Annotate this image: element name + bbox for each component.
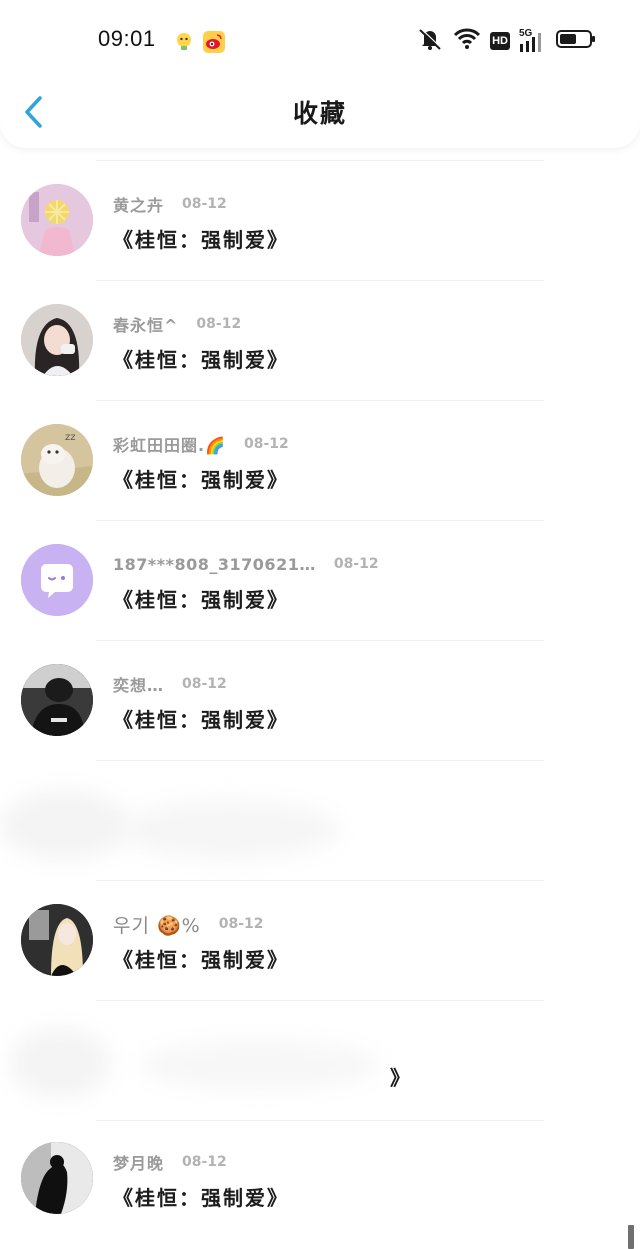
list-item[interactable]: 우기 🍪% 08-12 《桂恒：强制爱》 — [0, 880, 640, 1000]
user-line: 彩虹田田圈.🌈 08-12 — [113, 432, 289, 456]
lightbulb-icon — [172, 30, 196, 54]
user-name[interactable]: 187***808_3170621… — [113, 555, 316, 574]
user-line: 黄之卉 08-12 — [113, 192, 227, 216]
favorites-page: 09:01 HD 5G 收藏 黄之卉 08-12 《桂恒：强制爱》 春永恒^ 0… — [0, 0, 640, 1249]
user-name[interactable]: 奕想… — [113, 672, 164, 696]
user-line: 187***808_3170621… 08-12 — [113, 552, 379, 576]
user-name[interactable]: 彩虹田田圈.🌈 — [113, 432, 226, 456]
hd-label: HD — [492, 35, 508, 47]
page-title: 收藏 — [292, 99, 347, 128]
message-text: 《桂恒：强制爱》 — [113, 588, 289, 612]
blurred-row — [0, 760, 640, 880]
date: 08-12 — [333, 556, 379, 572]
avatar[interactable] — [21, 664, 93, 736]
blurred-content — [0, 790, 130, 860]
svg-text:zz: zz — [65, 432, 76, 443]
message-text: 《桂恒：强制爱》 — [113, 228, 289, 252]
chat-bubble-icon — [21, 544, 93, 616]
user-line: 春永恒^ 08-12 — [113, 312, 241, 336]
status-icons: HD 5G — [416, 28, 596, 54]
signal-5g-icon: 5G — [519, 28, 547, 53]
status-bar: 09:01 HD 5G — [0, 0, 640, 84]
user-line: 奕想… 08-12 — [113, 672, 227, 696]
list-item[interactable]: 奕想… 08-12 《桂恒：强制爱》 — [0, 640, 640, 760]
date: 08-12 — [182, 196, 227, 212]
bell-muted-icon — [416, 27, 444, 55]
wifi-icon — [453, 28, 481, 54]
avatar[interactable] — [21, 904, 93, 976]
list-item[interactable]: 187***808_3170621… 08-12 《桂恒：强制爱》 — [0, 520, 640, 640]
header: 09:01 HD 5G 收藏 — [0, 0, 640, 148]
blurred-content — [140, 1040, 380, 1090]
message-text: 《桂恒：强制爱》 — [113, 948, 289, 972]
blurred-row: 》 — [0, 1000, 640, 1120]
default-avatar[interactable] — [21, 544, 93, 616]
user-line: 梦月晚 08-12 — [113, 1150, 227, 1174]
avatar[interactable] — [21, 1142, 93, 1214]
user-line: 우기 🍪% 08-12 — [113, 911, 264, 938]
scrollbar-thumb[interactable] — [628, 1225, 634, 1249]
date: 08-12 — [244, 436, 289, 452]
message-text: 《桂恒：强制爱》 — [113, 708, 289, 732]
avatar[interactable] — [21, 184, 93, 256]
user-name[interactable]: 우기 🍪% — [113, 911, 201, 938]
list-item[interactable]: zz 彩虹田田圈.🌈 08-12 《桂恒：强制爱》 — [0, 400, 640, 520]
date: 08-12 — [182, 676, 227, 692]
user-name[interactable]: 春永恒^ — [113, 312, 178, 336]
message-text: 《桂恒：强制爱》 — [113, 1186, 289, 1210]
blurred-content — [120, 800, 340, 860]
avatar[interactable] — [21, 304, 93, 376]
date: 08-12 — [182, 1154, 227, 1170]
message-text: 《桂恒：强制爱》 — [113, 468, 289, 492]
blurred-fragment: 》 — [390, 1066, 410, 1090]
avatar[interactable]: zz — [21, 424, 93, 496]
user-name[interactable]: 黄之卉 — [113, 192, 164, 216]
date: 08-12 — [196, 316, 242, 332]
hd-icon: HD — [490, 32, 510, 50]
message-text: 《桂恒：强制爱》 — [113, 348, 289, 372]
date: 08-12 — [218, 916, 264, 932]
list-item[interactable]: 春永恒^ 08-12 《桂恒：强制爱》 — [0, 280, 640, 400]
user-name[interactable]: 梦月晚 — [113, 1150, 164, 1174]
blurred-content — [10, 1028, 110, 1098]
battery-icon — [556, 29, 596, 53]
list-item[interactable]: 梦月晚 08-12 《桂恒：强制爱》 — [0, 1120, 640, 1240]
status-time: 09:01 — [98, 26, 156, 51]
weibo-icon — [202, 30, 226, 54]
list-item[interactable]: 黄之卉 08-12 《桂恒：强制爱》 — [0, 160, 640, 280]
